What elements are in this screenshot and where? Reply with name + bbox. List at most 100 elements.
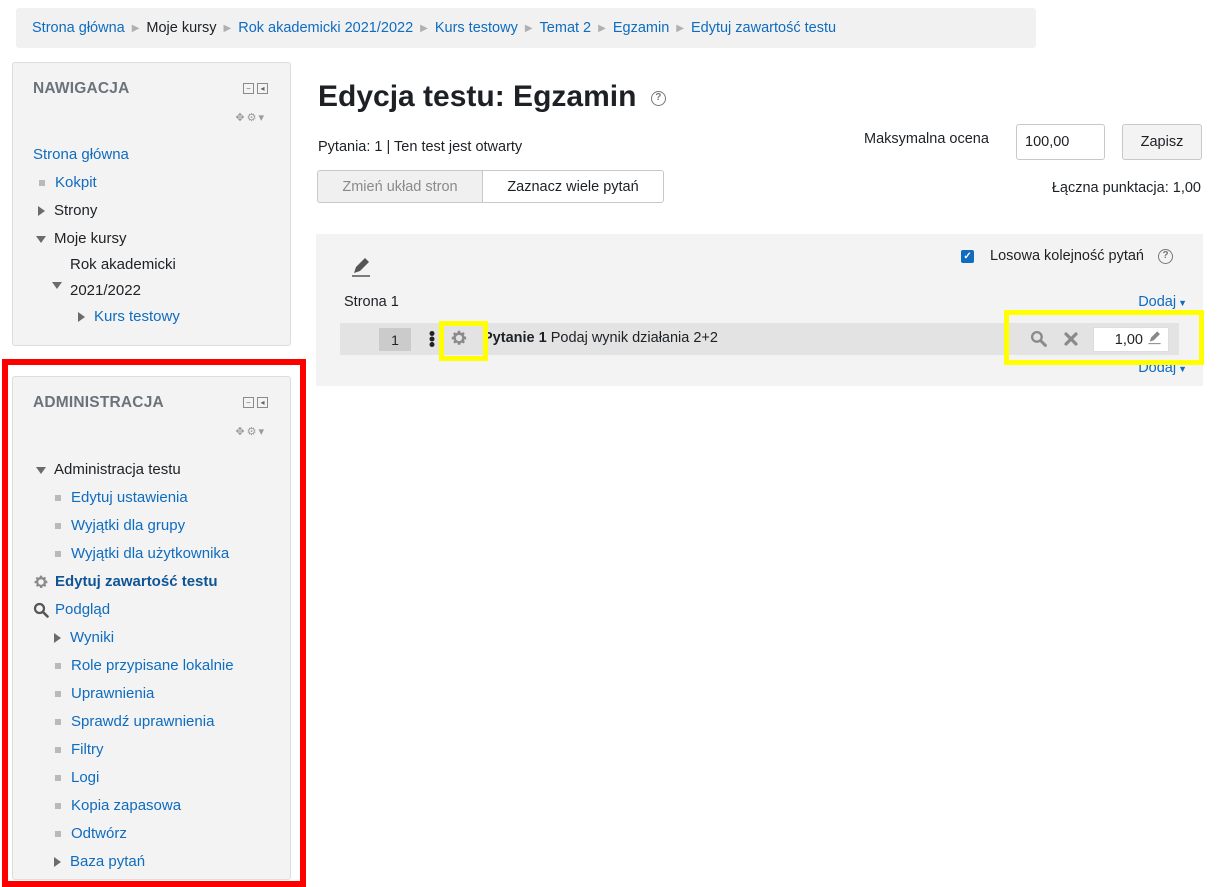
admin-item-edit-settings[interactable]: Edytuj ustawienia bbox=[33, 484, 234, 512]
admin-item-preview[interactable]: Podgląd bbox=[33, 596, 234, 624]
navigation-block-title: NAWIGACJA bbox=[33, 80, 130, 97]
collapse-icon[interactable]: − bbox=[243, 397, 254, 408]
admin-item-user-overrides[interactable]: Wyjątki dla użytkownika bbox=[33, 540, 234, 568]
expand-icon[interactable] bbox=[54, 857, 61, 867]
admin-link[interactable]: Wyjątki dla użytkownika bbox=[71, 540, 229, 568]
block-dock-controls: − ◂ bbox=[243, 397, 268, 408]
nav-item-dashboard[interactable]: Kokpit bbox=[33, 169, 180, 197]
edit-pencil-icon[interactable] bbox=[1147, 330, 1162, 349]
expand-icon[interactable] bbox=[38, 206, 45, 216]
nav-item-home[interactable]: Strona główna bbox=[33, 141, 180, 169]
admin-link[interactable]: Baza pytań bbox=[70, 848, 145, 876]
help-icon[interactable]: ? bbox=[650, 90, 666, 106]
bullet-icon bbox=[55, 663, 61, 669]
admin-link[interactable]: Role przypisane lokalnie bbox=[71, 652, 234, 680]
nav-item-course[interactable]: Kurs testowy bbox=[33, 303, 180, 331]
nav-dashboard-link[interactable]: Kokpit bbox=[55, 169, 97, 197]
collapse-arrow-icon[interactable] bbox=[52, 281, 62, 289]
add-menu-bottom[interactable]: Dodaj ▼ bbox=[1138, 360, 1187, 376]
admin-item-permissions[interactable]: Uprawnienia bbox=[33, 680, 234, 708]
expand-icon[interactable] bbox=[78, 312, 85, 322]
breadcrumb-edit-quiz[interactable]: Edytuj zawartość testu bbox=[691, 20, 836, 36]
page-title-text: Edycja testu: Egzamin bbox=[318, 80, 637, 113]
breadcrumb-topic[interactable]: Temat 2 bbox=[540, 20, 592, 36]
shuffle-checkbox[interactable]: ✓ bbox=[961, 249, 975, 263]
nav-home-link[interactable]: Strona główna bbox=[33, 141, 129, 169]
breadcrumb-my-courses: Moje kursy bbox=[146, 20, 217, 36]
admin-item-group-overrides[interactable]: Wyjątki dla grupy bbox=[33, 512, 234, 540]
save-button[interactable]: Zapisz bbox=[1122, 124, 1202, 160]
dock-icon[interactable]: ◂ bbox=[257, 397, 268, 408]
administration-block: ADMINISTRACJA − ◂ ✥⚙▾ Administracja testu… bbox=[12, 376, 291, 880]
add-label: Dodaj bbox=[1138, 360, 1177, 376]
admin-item-local-roles[interactable]: Role przypisane lokalnie bbox=[33, 652, 234, 680]
breadcrumb-academic-year[interactable]: Rok akademicki 2021/2022 bbox=[238, 20, 413, 36]
admin-link[interactable]: Podgląd bbox=[55, 596, 110, 624]
nav-course-link[interactable]: Kurs testowy bbox=[94, 303, 180, 331]
repaginate-button[interactable]: Zmień układ stron bbox=[317, 170, 483, 203]
delete-x-icon[interactable] bbox=[1063, 331, 1079, 351]
question-mark[interactable]: 1,00 bbox=[1093, 327, 1169, 352]
nav-pages-label[interactable]: Strony bbox=[54, 197, 97, 225]
page-title: Edycja testu: Egzamin ? bbox=[318, 80, 666, 114]
edit-section-heading-icon[interactable] bbox=[350, 256, 372, 282]
nav-item-pages[interactable]: Strony bbox=[33, 197, 180, 225]
breadcrumb-separator-icon: ▶ bbox=[420, 22, 428, 34]
add-menu-top[interactable]: Dodaj ▼ bbox=[1138, 294, 1187, 310]
max-grade-input[interactable]: 100,00 bbox=[1016, 124, 1105, 160]
expand-icon[interactable] bbox=[54, 633, 61, 643]
breadcrumb-home[interactable]: Strona główna bbox=[32, 20, 125, 36]
breadcrumb-course[interactable]: Kurs testowy bbox=[435, 20, 518, 36]
admin-item-logs[interactable]: Logi bbox=[33, 764, 234, 792]
admin-link[interactable]: Logi bbox=[71, 764, 99, 792]
admin-link[interactable]: Uprawnienia bbox=[71, 680, 154, 708]
nav-academic-year-line1: Rok akademicki bbox=[70, 256, 176, 273]
question-name: Pytanie 1 bbox=[483, 330, 547, 346]
nav-my-courses-label[interactable]: Moje kursy bbox=[54, 225, 127, 253]
breadcrumb-separator-icon: ▶ bbox=[524, 22, 533, 34]
admin-link[interactable]: Wyniki bbox=[70, 624, 114, 652]
move-icon[interactable]: ✥ bbox=[235, 426, 246, 438]
admin-link[interactable]: Kopia zapasowa bbox=[71, 792, 181, 820]
admin-active-label[interactable]: Edytuj zawartość testu bbox=[55, 568, 218, 596]
bullet-icon bbox=[55, 831, 61, 837]
question-title[interactable]: Pytanie 1 Podaj wynik działania 2+2 bbox=[483, 330, 718, 346]
breadcrumb-quiz[interactable]: Egzamin bbox=[613, 20, 669, 36]
admin-item-backup[interactable]: Kopia zapasowa bbox=[33, 792, 234, 820]
collapse-icon[interactable]: − bbox=[243, 83, 254, 94]
admin-link[interactable]: Wyjątki dla grupy bbox=[71, 512, 185, 540]
question-slot: 1 Pytanie 1 Podaj wynik działania 2+2 1,… bbox=[340, 323, 1179, 355]
help-icon[interactable]: ? bbox=[1158, 248, 1173, 264]
admin-link[interactable]: Filtry bbox=[71, 736, 104, 764]
admin-item-quiz-administration[interactable]: Administracja testu bbox=[33, 456, 234, 484]
collapse-arrow-icon[interactable] bbox=[36, 235, 46, 243]
admin-root-label[interactable]: Administracja testu bbox=[54, 456, 181, 484]
gear-menu-icon[interactable]: ⚙▾ bbox=[247, 426, 266, 438]
drag-handle-icon[interactable] bbox=[429, 331, 435, 351]
nav-item-my-courses[interactable]: Moje kursy bbox=[33, 225, 180, 253]
administration-tree: Administracja testu Edytuj ustawienia Wy… bbox=[33, 456, 234, 876]
gear-menu-icon[interactable]: ⚙▾ bbox=[247, 112, 266, 124]
admin-item-check-permissions[interactable]: Sprawdź uprawnienia bbox=[33, 708, 234, 736]
add-label: Dodaj bbox=[1138, 294, 1177, 310]
preview-magnifier-icon[interactable] bbox=[1030, 330, 1047, 351]
bullet-icon bbox=[55, 719, 61, 725]
admin-link[interactable]: Odtwórz bbox=[71, 820, 127, 848]
question-number: 1 bbox=[379, 328, 411, 351]
collapse-arrow-icon[interactable] bbox=[36, 466, 46, 474]
nav-academic-year-label[interactable]: Rok akademicki 2021/2022 bbox=[70, 252, 176, 304]
nav-item-academic-year[interactable]: Rok akademicki 2021/2022 bbox=[33, 253, 180, 303]
gear-icon[interactable] bbox=[450, 329, 468, 351]
admin-link[interactable]: Sprawdź uprawnienia bbox=[71, 708, 214, 736]
admin-item-restore[interactable]: Odtwórz bbox=[33, 820, 234, 848]
dock-icon[interactable]: ◂ bbox=[257, 83, 268, 94]
move-icon[interactable]: ✥ bbox=[235, 112, 246, 124]
select-multiple-button[interactable]: Zaznacz wiele pytań bbox=[482, 170, 664, 203]
admin-item-question-bank[interactable]: Baza pytań bbox=[33, 848, 234, 876]
admin-item-edit-quiz[interactable]: Edytuj zawartość testu bbox=[33, 568, 234, 596]
admin-item-filters[interactable]: Filtry bbox=[33, 736, 234, 764]
breadcrumb-separator-icon: ▶ bbox=[676, 22, 684, 34]
admin-link[interactable]: Edytuj ustawienia bbox=[71, 484, 188, 512]
admin-item-results[interactable]: Wyniki bbox=[33, 624, 234, 652]
block-move-controls: ✥⚙▾ bbox=[235, 425, 266, 438]
